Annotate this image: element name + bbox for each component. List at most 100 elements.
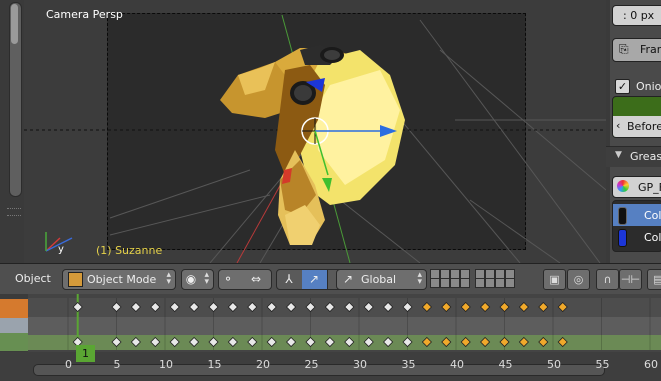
manipulator-toggle[interactable]: ⅄ [277, 270, 303, 289]
gp-datablock-field[interactable]: GP_F [612, 176, 661, 198]
keyframe-diamond[interactable] [111, 336, 122, 348]
keyframe-diamond[interactable] [189, 336, 200, 348]
keyframe-diamond[interactable] [247, 301, 258, 313]
keyframe-diamond[interactable] [402, 336, 413, 348]
layer-button[interactable] [460, 278, 470, 288]
palette-color-list[interactable]: Col Col [612, 200, 661, 252]
keyframe-diamond[interactable] [169, 301, 180, 313]
onion-skin-row[interactable]: ✓ Onion [612, 77, 661, 95]
properties-scrollbar[interactable] [606, 0, 610, 263]
keyframe-diamond[interactable] [208, 301, 219, 313]
magnet-icon: ∩ [603, 273, 612, 286]
expand-arrow-icon: ▼ [615, 150, 622, 160]
object-menu[interactable]: Object [15, 272, 51, 285]
keyframe-diamond[interactable] [286, 336, 297, 348]
arrow-icon: ↗ [308, 272, 320, 286]
grease-pencil-panel-header[interactable]: ▼ Greas [606, 146, 661, 167]
keyframe-diamond-selected[interactable] [518, 301, 529, 313]
keyframe-diamond[interactable] [130, 336, 141, 348]
layer-button[interactable] [485, 278, 495, 288]
keyframe-diamond[interactable] [247, 336, 258, 348]
keyframe-diamond-selected[interactable] [460, 301, 471, 313]
layer-button[interactable] [430, 278, 440, 288]
keyframe-diamond[interactable] [227, 336, 238, 348]
transform-orientation-selector[interactable]: ↗ Global ▴ ▾ [336, 269, 427, 290]
layer-button[interactable] [505, 278, 515, 288]
keyframe-diamond-selected[interactable] [557, 336, 568, 348]
ruler-tick-label: 60 [644, 358, 658, 371]
keyframe-diamond[interactable] [363, 301, 374, 313]
keyframe-diamond-selected[interactable] [441, 301, 452, 313]
keyframe-diamond[interactable] [286, 301, 297, 313]
keyframe-diamond[interactable] [324, 336, 335, 348]
keyframe-diamond-selected[interactable] [441, 336, 452, 348]
orientation-label: Global [361, 273, 397, 286]
cube-icon [68, 272, 83, 287]
keyframe-diamond[interactable] [383, 301, 394, 313]
keyframe-diamond[interactable] [150, 301, 161, 313]
keyframe-diamond-selected[interactable] [421, 336, 432, 348]
keyframe-diamond[interactable] [324, 301, 335, 313]
keyframe-diamond-selected[interactable] [499, 301, 510, 313]
keyframe-diamond-selected[interactable] [421, 301, 432, 313]
pivot-point-selector[interactable]: ⚬ ⇔ [218, 269, 272, 290]
keyframe-diamond[interactable] [150, 336, 161, 348]
render-button[interactable]: ▤ [647, 269, 661, 290]
snap-button[interactable]: ∩ [596, 269, 619, 290]
keyframe-diamond-selected[interactable] [518, 336, 529, 348]
keyframe-diamond[interactable] [72, 301, 83, 313]
viewport-shading-selector[interactable]: ◉ ▴ ▾ [181, 269, 214, 290]
dopesheet-editor[interactable]: 1 0 5 10 15 20 25 30 35 40 45 50 55 60 [0, 294, 661, 381]
keyframe-diamond[interactable] [344, 301, 355, 313]
keyframe-diamond[interactable] [208, 336, 219, 348]
translate-manipulator[interactable]: ↗ [302, 270, 328, 289]
offset-field[interactable]: : 0 px [612, 5, 661, 26]
keyframe-diamond[interactable] [305, 301, 316, 313]
color-item-label: Col [644, 209, 661, 222]
proportional-edit-button[interactable]: ◎ [567, 269, 590, 290]
lock-layers-button[interactable]: ▣ [543, 269, 566, 290]
frame-icon: ⎘ [619, 42, 629, 56]
keyframe-diamond-selected[interactable] [480, 336, 491, 348]
layer-button[interactable] [450, 278, 460, 288]
keyframe-diamond-selected[interactable] [460, 336, 471, 348]
keyframe-diamond-selected[interactable] [499, 336, 510, 348]
keyframe-diamond[interactable] [363, 336, 374, 348]
onion-skin-label: Onion [636, 80, 661, 93]
palette-color-item[interactable]: Col [613, 226, 661, 248]
updown-arrows-icon: ▴ ▾ [204, 270, 209, 287]
keyframe-diamond[interactable] [227, 301, 238, 313]
frame-button[interactable]: ⎘ Fram [612, 38, 661, 62]
keyframe-diamond[interactable] [344, 336, 355, 348]
layer-button[interactable] [495, 278, 505, 288]
keyframe-diamond-selected[interactable] [480, 301, 491, 313]
keyframe-diamond[interactable] [169, 336, 180, 348]
keyframe-diamond-selected[interactable] [557, 301, 568, 313]
palette-color-item[interactable]: Col [613, 204, 661, 226]
onion-skin-checkbox[interactable]: ✓ [615, 79, 630, 94]
current-frame-indicator[interactable]: 1 [76, 345, 95, 362]
mode-selector[interactable]: Object Mode ▴ ▾ [62, 269, 176, 290]
layer-button[interactable] [440, 278, 450, 288]
keyframe-diamond[interactable] [266, 301, 277, 313]
snap-manipulator-icon: ⇔ [250, 272, 262, 286]
keyframe-diamond[interactable] [266, 336, 277, 348]
keyframe-diamond[interactable] [130, 301, 141, 313]
updown-arrows-icon: ▴ ▾ [417, 270, 422, 287]
layer-button[interactable] [475, 278, 485, 288]
keyframe-diamond[interactable] [402, 301, 413, 313]
keyframe-diamond[interactable] [189, 301, 200, 313]
keyframe-diamond[interactable] [305, 336, 316, 348]
lock-icon: ▣ [549, 273, 560, 286]
ruler-tick-label: 15 [207, 358, 222, 371]
3d-viewport[interactable]: Camera Persp (1) Suzanne y [0, 0, 606, 263]
before-field[interactable]: ‹ Before [613, 116, 661, 137]
keyframe-diamond-selected[interactable] [538, 336, 549, 348]
layer-buttons[interactable] [430, 269, 538, 288]
keyframe-diamond[interactable] [111, 301, 122, 313]
snap-target-button[interactable]: ⊣⊢ [619, 269, 642, 290]
keyframe-diamond[interactable] [383, 336, 394, 348]
ruler-tick-label: 30 [353, 358, 367, 371]
onion-skin-color-box[interactable]: ‹ Before [612, 96, 661, 138]
keyframe-diamond-selected[interactable] [538, 301, 549, 313]
